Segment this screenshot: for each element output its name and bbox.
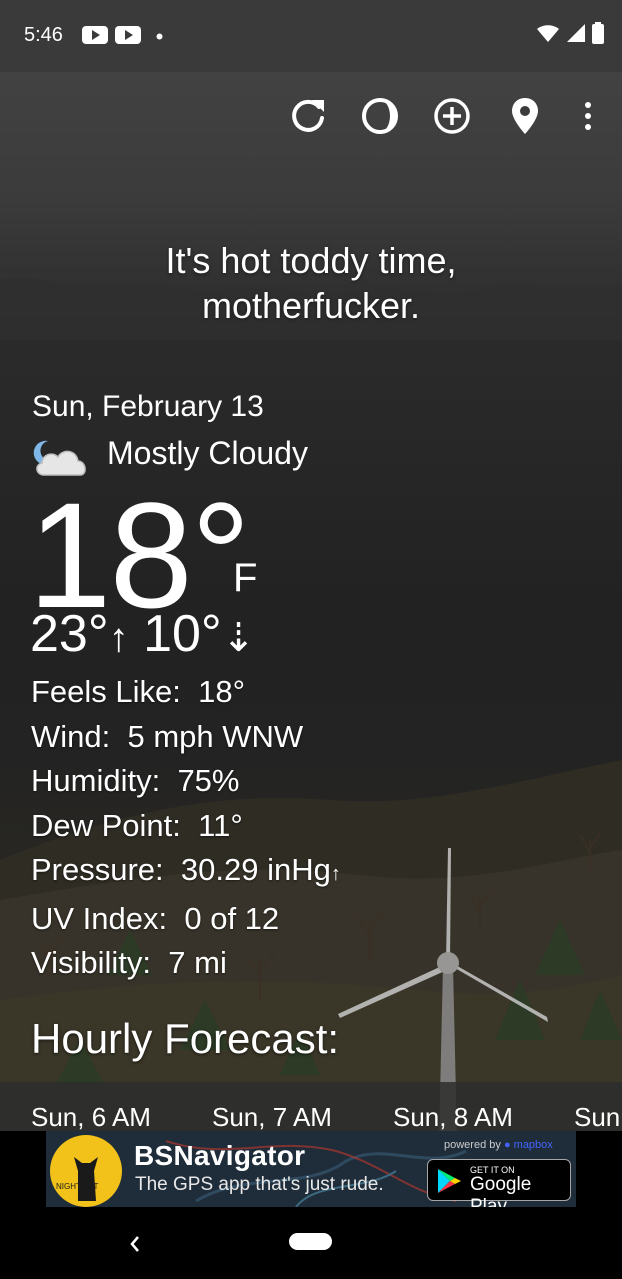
feels-like-row: Feels Like: 18° (31, 670, 341, 715)
high-temp: 23° (30, 605, 109, 663)
temperature-unit: F (233, 556, 258, 600)
wind-label: Wind: (31, 718, 111, 754)
ad-title: BSNavigator (134, 1140, 306, 1171)
powered-by-label: powered by (444, 1139, 501, 1151)
cell-signal-icon (567, 24, 585, 42)
map-pin-icon (512, 98, 538, 134)
hourly-item[interactable]: Sun, 8 AM (393, 1102, 513, 1132)
youtube-notification-icon (115, 26, 141, 44)
hourly-item[interactable]: Sun, 7 AM (212, 1102, 332, 1132)
low-temp: 10° (143, 605, 222, 663)
battery-icon (592, 22, 604, 44)
home-pill-button[interactable] (289, 1233, 332, 1250)
pressure-value: 30.29 inHg (180, 852, 331, 887)
mapbox-logo-icon: ● (503, 1139, 511, 1151)
add-location-button[interactable] (430, 94, 474, 138)
back-icon[interactable] (120, 1224, 150, 1264)
wifi-icon (537, 25, 559, 42)
system-nav-bar (0, 1209, 622, 1279)
pressure-rising-arrow-icon: ↑ (330, 863, 341, 885)
more-notifications-dot-icon (156, 33, 163, 40)
mapbox-label: mapbox (513, 1139, 553, 1151)
high-low-temps: 23°↑ 10°⇣ (30, 604, 255, 668)
visibility-label: Visibility: (31, 945, 152, 980)
hourly-forecast-list[interactable]: Sun, 6 AM Sun, 7 AM Sun, 8 AM Sun, (0, 1082, 622, 1132)
uv-index-value: 0 of 12 (184, 900, 280, 936)
tagline-line-2: motherfucker. (201, 285, 421, 326)
theme-button[interactable] (358, 94, 402, 138)
humidity-label: Humidity: (31, 763, 161, 798)
banner-ad[interactable]: NIGHT CAT BSNavigator The GPS app that's… (46, 1131, 576, 1207)
current-condition: Mostly Cloudy (107, 435, 308, 471)
visibility-value: 7 mi (168, 945, 227, 980)
status-bar: 5:46 (0, 0, 622, 72)
refresh-button[interactable] (286, 94, 330, 138)
svg-text:NIGHT CAT: NIGHT CAT (56, 1182, 98, 1191)
night-cat-logo: NIGHT CAT (50, 1135, 122, 1207)
pressure-row: Pressure: 30.29 inHg↑ (31, 848, 341, 897)
feels-like-label: Feels Like: (31, 674, 181, 709)
overflow-menu-button[interactable] (566, 94, 610, 138)
hourly-forecast-title: Hourly Forecast: (31, 1015, 340, 1062)
ad-subtitle: The GPS app that's just rude. (135, 1174, 384, 1195)
uv-index-row: UV Index: 0 of 12 (31, 897, 341, 942)
weather-screen: 5:46 It's hot toddy time, motherfucker. … (0, 0, 622, 1279)
google-play-badge[interactable]: GET IT ON Google Play (427, 1159, 571, 1207)
add-location-icon (434, 98, 470, 134)
tagline-line-1: It's hot toddy time, (165, 240, 457, 281)
current-date: Sun, February 13 (32, 390, 264, 423)
humidity-row: Humidity: 75% (31, 759, 341, 804)
refresh-icon (292, 99, 324, 132)
wind-value: 5 mph WNW (127, 718, 304, 754)
google-play-icon (438, 1169, 461, 1193)
pressure-label: Pressure: (31, 852, 164, 887)
visibility-row: Visibility: 7 mi (31, 941, 341, 986)
up-arrow-icon: ↑ (108, 616, 129, 660)
moon-phase-icon (362, 98, 398, 134)
more-vert-icon (585, 102, 591, 130)
hourly-item[interactable]: Sun, (574, 1102, 622, 1132)
dew-point-value: 11° (198, 807, 243, 843)
youtube-notification-icon (82, 26, 108, 44)
dew-point-label: Dew Point: (31, 807, 181, 843)
dew-point-row: Dew Point: 11° (31, 804, 341, 849)
location-button[interactable] (503, 94, 547, 138)
uv-index-label: UV Index: (31, 900, 168, 936)
powered-by-mapbox: powered by ● mapbox (444, 1139, 553, 1151)
humidity-value: 75% (177, 763, 240, 798)
status-time: 5:46 (24, 24, 63, 46)
google-play-label: Google Play (470, 1174, 532, 1207)
weather-tagline: It's hot toddy time, motherfucker. (0, 238, 622, 328)
wind-row: Wind: 5 mph WNW (31, 715, 341, 760)
feels-like-value: 18° (198, 674, 246, 709)
down-arrow-icon: ⇣ (221, 616, 256, 660)
hourly-item[interactable]: Sun, 6 AM (31, 1102, 151, 1132)
weather-details: Feels Like: 18° Wind: 5 mph WNW Humidity… (31, 670, 341, 986)
